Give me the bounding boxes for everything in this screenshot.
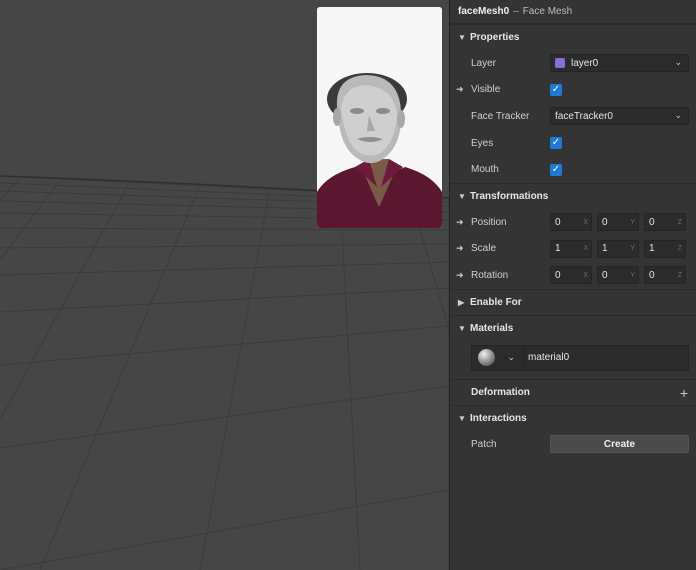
eyes-checkbox[interactable]: ✓ <box>550 137 562 150</box>
eyes-label: Eyes <box>471 137 494 149</box>
scale-y-value: 1 <box>602 243 608 255</box>
section-deformation-label: Deformation <box>471 386 530 398</box>
row-rotation: ➜ Rotation 0X 0Y 0Z <box>450 262 696 289</box>
axis-x-label: X <box>583 271 588 279</box>
row-mouth: Mouth ✓ <box>450 156 696 183</box>
axis-y-label: Y <box>630 245 635 253</box>
inspector-panel: faceMesh0 – Face Mesh ▼ Properties Layer… <box>449 0 696 570</box>
checkmark-icon: ✓ <box>551 83 561 95</box>
axis-x-label: X <box>583 218 588 226</box>
triangle-down-icon: ▼ <box>458 323 466 333</box>
scene-viewport[interactable] <box>0 0 449 570</box>
section-transformations-label: Transformations <box>470 190 549 202</box>
triangle-right-icon: ▶ <box>458 297 465 307</box>
scale-z-field[interactable]: 1Z <box>644 239 686 258</box>
chevron-down-icon: ⌄ <box>674 110 682 121</box>
material-picker[interactable]: ⌄ <box>472 345 524 370</box>
patch-label: Patch <box>471 438 497 450</box>
position-label: Position <box>471 216 507 228</box>
triangle-down-icon: ▼ <box>458 33 466 42</box>
section-transformations[interactable]: ▼ Transformations <box>450 182 696 209</box>
add-deformation-button[interactable]: + <box>680 385 688 401</box>
scale-label: Scale <box>471 243 497 255</box>
rotation-x-value: 0 <box>555 269 561 281</box>
row-visible: ➜ Visible ✓ <box>450 77 696 104</box>
position-x-field[interactable]: 0X <box>550 213 592 232</box>
rotation-y-field[interactable]: 0Y <box>597 266 639 285</box>
axis-z-label: Z <box>677 245 682 253</box>
inspector-titlebar: faceMesh0 – Face Mesh <box>450 0 696 24</box>
rotation-vector: 0X 0Y 0Z <box>550 266 686 285</box>
section-deformation[interactable]: Deformation + <box>450 378 696 405</box>
row-scale: ➜ Scale 1X 1Y 1Z <box>450 236 696 263</box>
create-patch-button[interactable]: Create <box>550 435 689 454</box>
triangle-down-icon: ▼ <box>458 191 466 201</box>
material-sphere-icon <box>478 349 495 367</box>
axis-z-label: Z <box>677 218 682 226</box>
layer-label: Layer <box>471 57 497 69</box>
title-separator: – <box>513 6 519 17</box>
rotation-z-field[interactable]: 0Z <box>644 266 686 285</box>
arrow-right-circle-icon[interactable]: ➜ <box>456 243 466 254</box>
section-interactions[interactable]: ▼ Interactions <box>450 404 696 431</box>
section-properties-label: Properties <box>470 32 520 43</box>
row-layer: Layer layer0 ⌄ <box>450 50 696 77</box>
object-type: Face Mesh <box>522 6 573 17</box>
axis-z-label: Z <box>677 271 682 279</box>
arrow-right-circle-icon[interactable]: ➜ <box>456 217 466 228</box>
mouth-checkbox[interactable]: ✓ <box>550 163 562 176</box>
rotation-y-value: 0 <box>602 269 608 281</box>
axis-y-label: Y <box>630 271 635 279</box>
arrow-right-circle-icon[interactable]: ➜ <box>456 270 466 281</box>
row-position: ➜ Position 0X 0Y 0Z <box>450 209 696 236</box>
chevron-down-icon: ⌄ <box>674 57 682 68</box>
row-eyes: Eyes ✓ <box>450 130 696 157</box>
layer-color-swatch <box>555 58 565 69</box>
checkmark-icon: ✓ <box>551 137 561 149</box>
scale-z-value: 1 <box>649 243 655 255</box>
material-slot[interactable]: ⌄ material0 <box>471 344 689 371</box>
section-materials[interactable]: ▼ Materials <box>450 314 696 341</box>
visible-label: Visible <box>471 84 501 96</box>
section-enable-for[interactable]: ▶ Enable For <box>450 288 696 315</box>
section-enable-for-label: Enable For <box>470 296 522 308</box>
section-materials-label: Materials <box>470 322 514 334</box>
camera-preview <box>317 7 442 228</box>
face-tracker-dropdown[interactable]: faceTracker0 ⌄ <box>550 107 689 126</box>
material-name: material0 <box>528 352 570 364</box>
position-y-field[interactable]: 0Y <box>597 213 639 232</box>
axis-x-label: X <box>583 245 588 253</box>
mouth-label: Mouth <box>471 164 499 176</box>
scale-x-value: 1 <box>555 243 561 255</box>
position-z-field[interactable]: 0Z <box>644 213 686 232</box>
visible-checkbox[interactable]: ✓ <box>550 83 562 96</box>
row-face-tracker: Face Tracker faceTracker0 ⌄ <box>450 103 696 130</box>
scale-x-field[interactable]: 1X <box>550 239 592 258</box>
rotation-x-field[interactable]: 0X <box>550 266 592 285</box>
scale-vector: 1X 1Y 1Z <box>550 239 686 258</box>
rotation-z-value: 0 <box>649 269 655 281</box>
position-x-value: 0 <box>555 216 561 228</box>
object-name: faceMesh0 <box>458 6 510 17</box>
face-preview-image <box>317 7 442 228</box>
section-properties[interactable]: ▼ Properties <box>450 24 696 50</box>
rotation-label: Rotation <box>471 269 509 281</box>
position-vector: 0X 0Y 0Z <box>550 213 686 232</box>
triangle-down-icon: ▼ <box>458 413 466 423</box>
layer-dropdown[interactable]: layer0 ⌄ <box>550 54 689 73</box>
face-tracker-label: Face Tracker <box>471 110 530 122</box>
arrow-right-circle-icon[interactable]: ➜ <box>456 84 466 95</box>
section-interactions-label: Interactions <box>470 412 527 424</box>
axis-y-label: Y <box>630 218 635 226</box>
position-y-value: 0 <box>602 216 608 228</box>
row-patch: Patch Create <box>450 431 696 458</box>
chevron-down-icon: ⌄ <box>507 351 515 362</box>
scale-y-field[interactable]: 1Y <box>597 239 639 258</box>
layer-value: layer0 <box>571 57 599 69</box>
face-tracker-value: faceTracker0 <box>555 110 613 122</box>
checkmark-icon: ✓ <box>551 163 561 175</box>
position-z-value: 0 <box>649 216 655 228</box>
